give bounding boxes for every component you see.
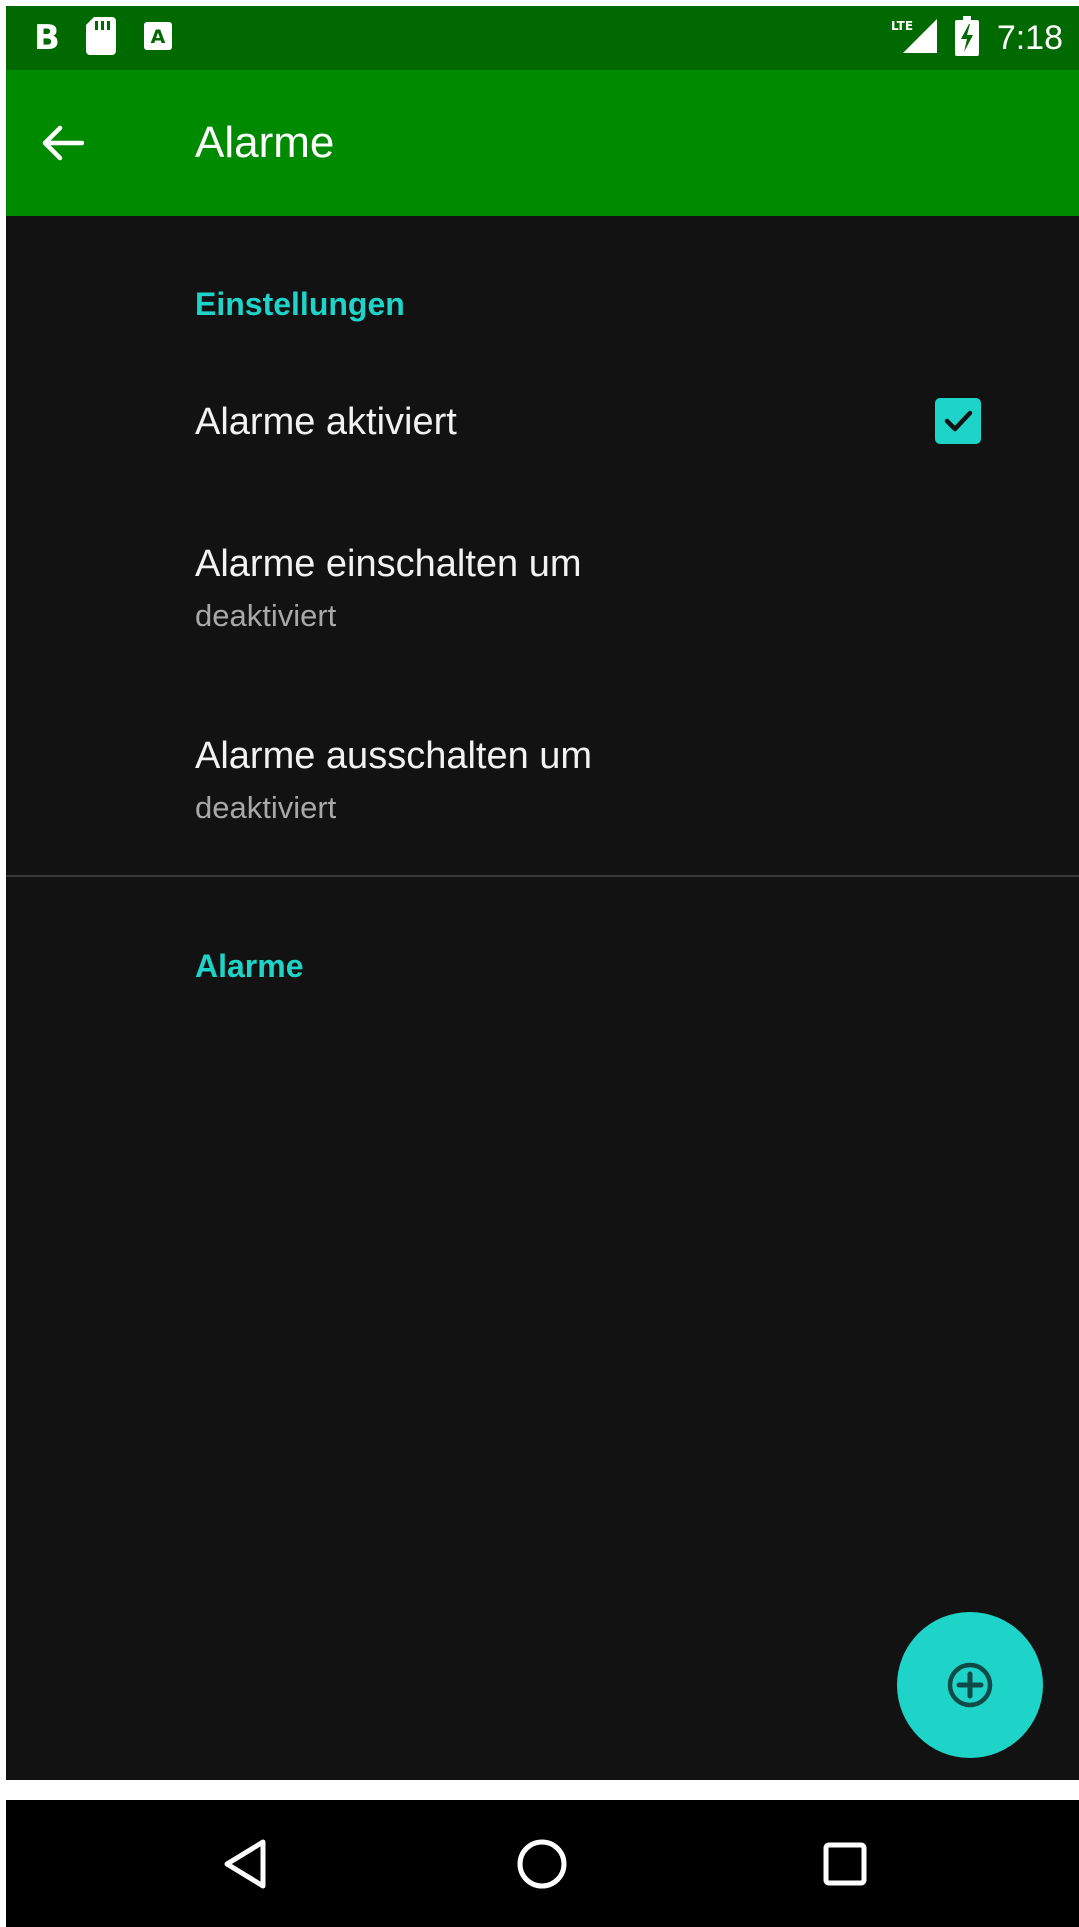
settings-section-header: Einstellungen xyxy=(195,286,405,322)
pref-alarms-on-time[interactable]: Alarme einschalten um deaktiviert xyxy=(6,506,1079,666)
pref-title: Alarme aktiviert xyxy=(195,401,457,443)
pref-alarms-enabled[interactable]: Alarme aktiviert xyxy=(6,366,1079,476)
pref-summary: deaktiviert xyxy=(195,790,337,825)
alarms-section-header: Alarme xyxy=(195,948,304,984)
add-circle-icon xyxy=(947,1662,993,1708)
alarms-enabled-checkbox[interactable] xyxy=(935,398,981,444)
recents-square-icon xyxy=(823,1842,867,1886)
svg-text:LTE: LTE xyxy=(891,19,913,33)
pref-title: Alarme einschalten um xyxy=(195,543,582,585)
notification-icons: B A xyxy=(34,16,174,60)
page-title: Alarme xyxy=(195,118,335,167)
nav-back-button[interactable] xyxy=(206,1824,286,1904)
a-notification-icon: A xyxy=(142,20,174,57)
pref-alarms-off-time[interactable]: Alarme ausschalten um deaktiviert xyxy=(6,698,1079,858)
app-bar: Alarme xyxy=(6,70,1079,216)
back-triangle-icon xyxy=(224,1839,266,1889)
battery-charging-icon xyxy=(954,15,979,61)
bottom-gap xyxy=(6,1780,1079,1800)
sd-card-icon xyxy=(85,16,116,60)
app-screen: B A LTE 7:18 Alarme Einstellungen Alarme… xyxy=(6,6,1079,1927)
section-divider xyxy=(6,875,1079,877)
clock: 7:18 xyxy=(996,19,1063,57)
pref-summary: deaktiviert xyxy=(195,598,337,633)
nav-home-button[interactable] xyxy=(502,1824,582,1904)
lte-signal-icon: LTE xyxy=(891,17,937,60)
b-notification-icon: B xyxy=(34,18,60,58)
system-icons: LTE 7:18 xyxy=(891,15,1063,61)
arrow-back-icon xyxy=(42,125,84,161)
navigation-bar xyxy=(6,1800,1079,1927)
status-bar: B A LTE 7:18 xyxy=(6,6,1079,70)
home-circle-icon xyxy=(517,1839,567,1889)
pref-title: Alarme ausschalten um xyxy=(195,735,593,777)
svg-text:A: A xyxy=(151,26,166,48)
nav-recents-button[interactable] xyxy=(805,1824,885,1904)
back-button[interactable] xyxy=(36,117,88,169)
add-alarm-button[interactable] xyxy=(897,1612,1043,1758)
checkmark-icon xyxy=(944,410,973,432)
